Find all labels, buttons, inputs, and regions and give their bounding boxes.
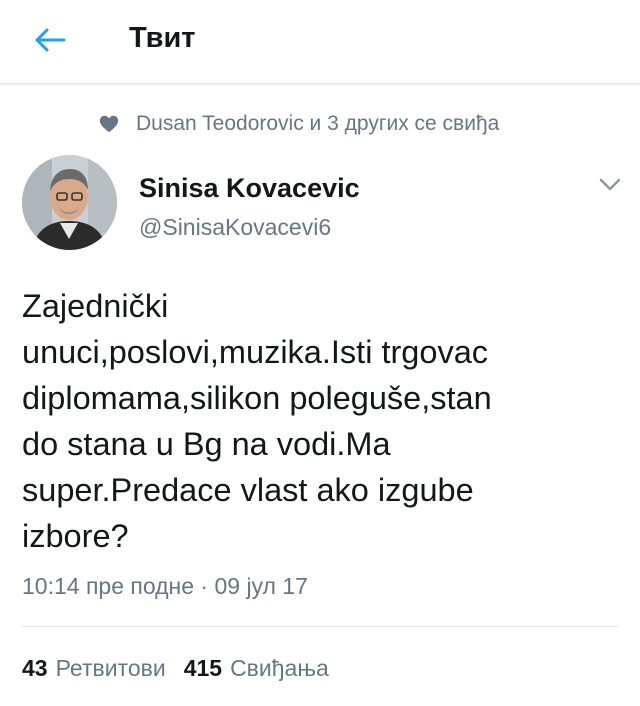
likes-count: 415	[183, 654, 223, 681]
avatar[interactable]	[22, 155, 117, 250]
top-bar: Твит	[0, 0, 640, 84]
author-name[interactable]: Sinisa Kovacevic	[139, 172, 360, 204]
social-context-text: Dusan Teodorovic и 3 других се свиђа	[136, 112, 500, 135]
likes-stat[interactable]: 415 Свиђања	[184, 655, 329, 682]
social-context[interactable]: Dusan Teodorovic и 3 других се свиђа	[98, 110, 499, 138]
likes-label: Свиђања	[230, 654, 329, 681]
tweet-stats: 43 Ретвитови 415 Свиђања	[22, 650, 329, 686]
tweet-menu-button[interactable]	[597, 174, 623, 196]
retweets-label: Ретвитови	[55, 654, 166, 681]
heart-icon	[98, 113, 120, 135]
author-handle[interactable]: @SinisaKovacevi6	[139, 212, 331, 242]
back-button[interactable]	[30, 22, 70, 58]
chevron-down-icon	[599, 178, 621, 191]
retweets-count: 43	[22, 654, 48, 681]
retweets-stat[interactable]: 43 Ретвитови	[22, 655, 166, 682]
avatar-photo	[22, 155, 117, 250]
page-title: Твит	[129, 22, 196, 54]
divider	[22, 626, 618, 627]
tweet-timestamp: 10:14 пре подне · 09 јул 17	[22, 573, 308, 599]
tweet-text: Zajednički unuci,poslovi,muzika.Isti trg…	[22, 288, 492, 554]
arrow-left-icon	[35, 28, 66, 52]
